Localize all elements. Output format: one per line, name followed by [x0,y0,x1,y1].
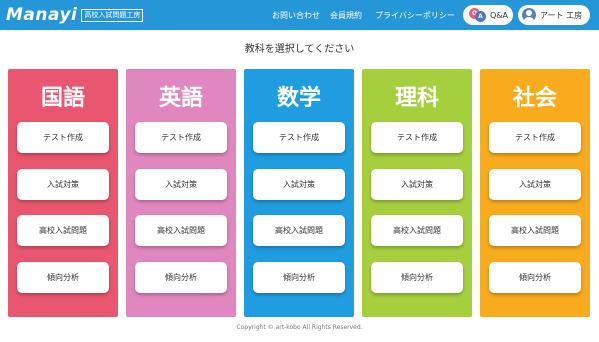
qa-icon: QA [469,8,487,22]
qa-button[interactable]: QA Q&A [463,5,513,25]
past-exams-button[interactable]: 高校入試問題 [489,215,581,246]
user-menu-button[interactable]: アート 工房 [518,5,590,25]
exam-prep-button[interactable]: 入試対策 [253,169,345,200]
test-create-button[interactable]: テスト作成 [371,122,463,153]
exam-prep-button[interactable]: 入試対策 [17,169,109,200]
trend-analysis-button[interactable]: 傾向分析 [17,262,109,293]
nav-terms[interactable]: 会員規約 [330,0,362,30]
test-create-button[interactable]: テスト作成 [135,122,227,153]
subject-panel-math: 数学 テスト作成 入試対策 高校入試問題 傾向分析 [244,69,354,317]
nav-privacy[interactable]: プライバシーポリシー [375,0,455,30]
subject-title: 社会 [512,86,557,111]
trend-analysis-button[interactable]: 傾向分析 [371,262,463,293]
exam-prep-button[interactable]: 入試対策 [489,169,581,200]
page-title: 教科を選択してください [244,44,355,55]
logo[interactable]: Manayi 高校入試問題工房 [6,5,144,25]
exam-prep-button[interactable]: 入試対策 [371,169,463,200]
subject-panel-english: 英語 テスト作成 入試対策 高校入試問題 傾向分析 [126,69,236,317]
subject-panel-japanese: 国語 テスト作成 入試対策 高校入試問題 傾向分析 [8,69,118,317]
subject-title: 国語 [40,86,85,111]
nav-contact[interactable]: お問い合わせ [272,0,320,30]
top-header: Manayi 高校入試問題工房 お問い合わせ 会員規約 プライバシーポリシー Q… [0,0,599,30]
nav-privacy-label: プライバシーポリシー [375,10,455,20]
past-exams-button[interactable]: 高校入試問題 [371,215,463,246]
subject-title: 理科 [394,86,439,111]
exam-prep-button[interactable]: 入試対策 [135,169,227,200]
test-create-button[interactable]: テスト作成 [17,122,109,153]
subject-title: 数学 [276,86,321,111]
qa-label: Q&A [490,10,509,20]
trend-analysis-button[interactable]: 傾向分析 [489,262,581,293]
past-exams-button[interactable]: 高校入試問題 [253,215,345,246]
subject-panel-science: 理科 テスト作成 入試対策 高校入試問題 傾向分析 [362,69,472,317]
past-exams-button[interactable]: 高校入試問題 [135,215,227,246]
logo-subtitle: 高校入試問題工房 [81,8,144,22]
user-icon [522,8,536,22]
user-name: アート 工房 [540,10,583,20]
past-exams-button[interactable]: 高校入試問題 [17,215,109,246]
subject-panel-social: 社会 テスト作成 入試対策 高校入試問題 傾向分析 [480,69,590,317]
nav-contact-label: お問い合わせ [272,10,320,20]
logo-text: Manayi [6,5,78,25]
footer-copyright: Copyright © art-kobo All Rights Reserved… [236,324,363,331]
subject-title: 英語 [158,86,203,111]
test-create-button[interactable]: テスト作成 [253,122,345,153]
test-create-button[interactable]: テスト作成 [489,122,581,153]
trend-analysis-button[interactable]: 傾向分析 [135,262,227,293]
nav-terms-label: 会員規約 [330,10,362,20]
trend-analysis-button[interactable]: 傾向分析 [253,262,345,293]
